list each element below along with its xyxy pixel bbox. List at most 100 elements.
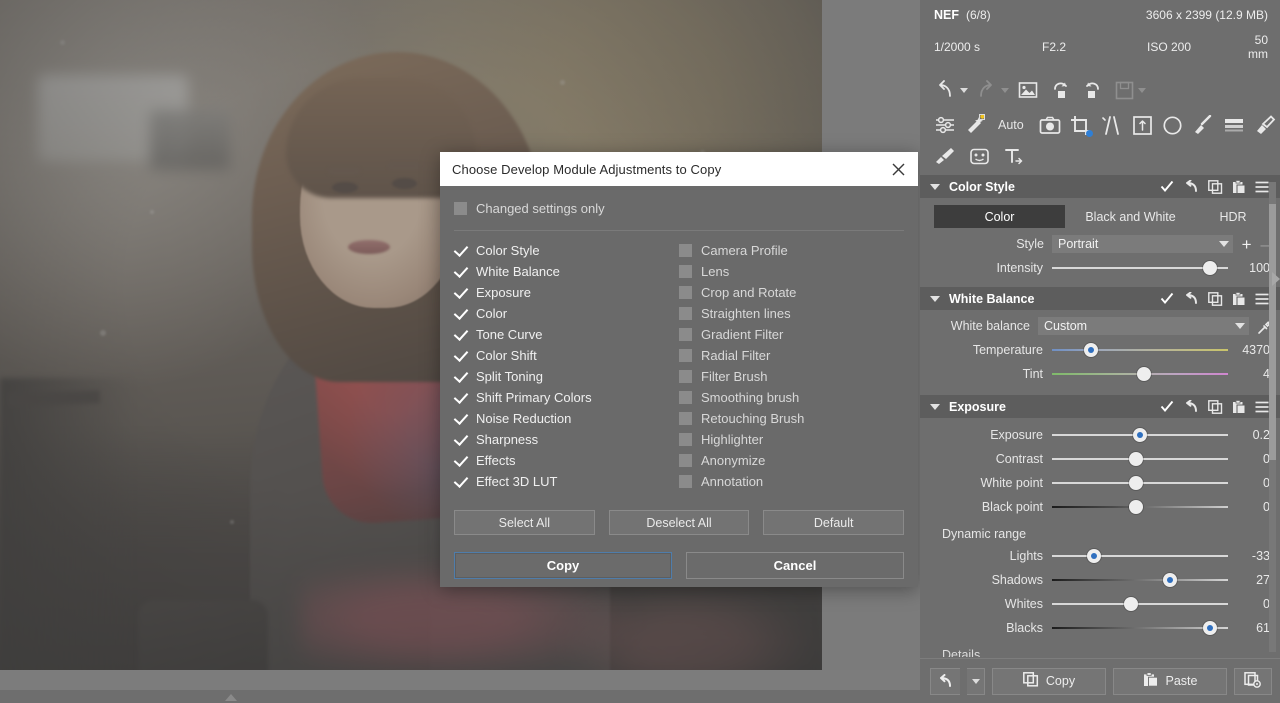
style-dropdown[interactable]: Portrait [1052,235,1233,253]
adjustment-checkbox[interactable]: Noise Reduction [454,408,679,429]
radial-filter-icon[interactable] [1162,115,1183,136]
adjustment-checkbox[interactable]: Smoothing brush [679,387,904,408]
adjustment-checkbox[interactable]: Camera Profile [679,240,904,261]
temperature-slider[interactable] [1052,338,1228,362]
slider-knob[interactable] [1203,261,1217,275]
slider-knob[interactable] [1163,573,1177,587]
footer-undo-button[interactable] [930,668,960,695]
adjustment-checkbox[interactable]: Color Shift [454,345,679,366]
tab-black-and-white[interactable]: Black and White [1065,205,1196,228]
default-button[interactable]: Default [763,510,904,535]
slider-knob[interactable] [1087,549,1101,563]
section-header-exposure[interactable]: Exposure [920,395,1280,418]
tab-color[interactable]: Color [934,205,1065,228]
section-enable-check-icon[interactable] [1160,400,1174,413]
section-copy-icon[interactable] [1208,180,1223,194]
section-reset-icon[interactable] [1183,292,1199,305]
white-point-slider[interactable] [1052,471,1228,495]
chevron-down-icon[interactable] [930,404,940,410]
slider-knob[interactable] [1129,500,1143,514]
footer-undo-dropdown[interactable] [967,668,985,695]
compare-image-icon[interactable] [1018,81,1038,99]
slider-knob[interactable] [1129,476,1143,490]
undo-dropdown-caret-icon[interactable] [960,88,968,93]
section-header-white-balance[interactable]: White Balance [920,287,1280,310]
adjustment-checkbox[interactable]: Color [454,303,679,324]
slider-knob[interactable] [1129,452,1143,466]
adjustment-checkbox[interactable]: Crop and Rotate [679,282,904,303]
intensity-slider[interactable] [1052,256,1228,280]
adjustment-checkbox[interactable]: Annotation [679,471,904,492]
panel-collapse-arrow-icon[interactable] [1272,272,1280,286]
section-enable-check-icon[interactable] [1160,180,1174,193]
select-all-button[interactable]: Select All [454,510,595,535]
chevron-down-icon[interactable] [930,296,940,302]
crop-icon[interactable] [1070,115,1092,136]
adjustment-checkbox[interactable]: Exposure [454,282,679,303]
close-icon[interactable] [884,156,912,182]
adjustment-checkbox[interactable]: Filter Brush [679,366,904,387]
black-point-slider[interactable] [1052,495,1228,519]
section-copy-icon[interactable] [1208,292,1223,306]
whites-slider[interactable] [1052,592,1228,616]
section-copy-icon[interactable] [1208,400,1223,414]
section-enable-check-icon[interactable] [1160,292,1174,305]
section-menu-icon[interactable] [1255,401,1269,413]
slider-knob[interactable] [1137,367,1151,381]
blacks-slider[interactable] [1052,616,1228,640]
retouch-eraser-icon[interactable] [1254,115,1276,135]
slider-knob[interactable] [1203,621,1217,635]
filmstrip-expand-handle-icon[interactable] [225,694,237,701]
section-reset-icon[interactable] [1183,400,1199,413]
section-paste-icon[interactable] [1232,292,1246,306]
deselect-all-button[interactable]: Deselect All [609,510,750,535]
adjustment-checkbox[interactable]: Color Style [454,240,679,261]
adjustment-checkbox[interactable]: Highlighter [679,429,904,450]
section-menu-icon[interactable] [1255,293,1269,305]
section-paste-icon[interactable] [1232,180,1246,194]
adjustment-checkbox[interactable]: Shift Primary Colors [454,387,679,408]
adjustments-icon[interactable] [934,115,956,135]
adjustment-checkbox[interactable]: Sharpness [454,429,679,450]
auto-label[interactable]: Auto [998,118,1024,132]
sidebar-scrollbar[interactable] [1269,182,1276,652]
straighten-icon[interactable] [1101,115,1123,136]
camera-profile-icon[interactable] [1039,116,1061,135]
perspective-icon[interactable] [1132,115,1153,136]
adjustment-checkbox[interactable]: Effect 3D LUT [454,471,679,492]
auto-wand-icon[interactable] [965,114,987,136]
adjustment-checkbox[interactable]: Tone Curve [454,324,679,345]
changed-settings-only-checkbox[interactable]: Changed settings only [454,198,904,219]
adjustment-checkbox[interactable]: Gradient Filter [679,324,904,345]
cancel-button[interactable]: Cancel [686,552,904,579]
adjustment-checkbox[interactable]: Split Toning [454,366,679,387]
adjustment-checkbox[interactable]: Retouching Brush [679,408,904,429]
adjustment-checkbox[interactable]: Effects [454,450,679,471]
anonymize-mask-icon[interactable] [969,147,990,166]
adjustment-checkbox[interactable]: Anonymize [679,450,904,471]
chevron-down-icon[interactable] [930,184,940,190]
slider-knob[interactable] [1084,343,1098,357]
adjustment-checkbox[interactable]: Straighten lines [679,303,904,324]
text-annotation-icon[interactable] [1003,147,1025,166]
tab-hdr[interactable]: HDR [1196,205,1270,228]
rotate-right-icon[interactable] [1079,80,1101,100]
contrast-slider[interactable] [1052,447,1228,471]
copy-button[interactable]: Copy [454,552,672,579]
section-menu-icon[interactable] [1255,181,1269,193]
footer-paste-button[interactable]: Paste [1113,668,1227,695]
white-balance-dropdown[interactable]: Custom [1038,317,1249,335]
footer-copy-button[interactable]: Copy [992,668,1106,695]
scrollbar-thumb[interactable] [1269,204,1276,460]
highlighter-icon[interactable] [934,147,956,165]
section-header-color-style[interactable]: Color Style [920,175,1280,198]
slider-knob[interactable] [1133,428,1147,442]
section-paste-icon[interactable] [1232,400,1246,414]
adjustment-checkbox[interactable]: Radial Filter [679,345,904,366]
undo-icon[interactable] [934,80,956,100]
exposure-slider[interactable] [1052,423,1228,447]
gradient-filter-icon[interactable] [1223,116,1245,134]
footer-copy-settings-button[interactable] [1234,668,1272,695]
slider-knob[interactable] [1124,597,1138,611]
add-style-icon[interactable]: + [1242,236,1252,253]
